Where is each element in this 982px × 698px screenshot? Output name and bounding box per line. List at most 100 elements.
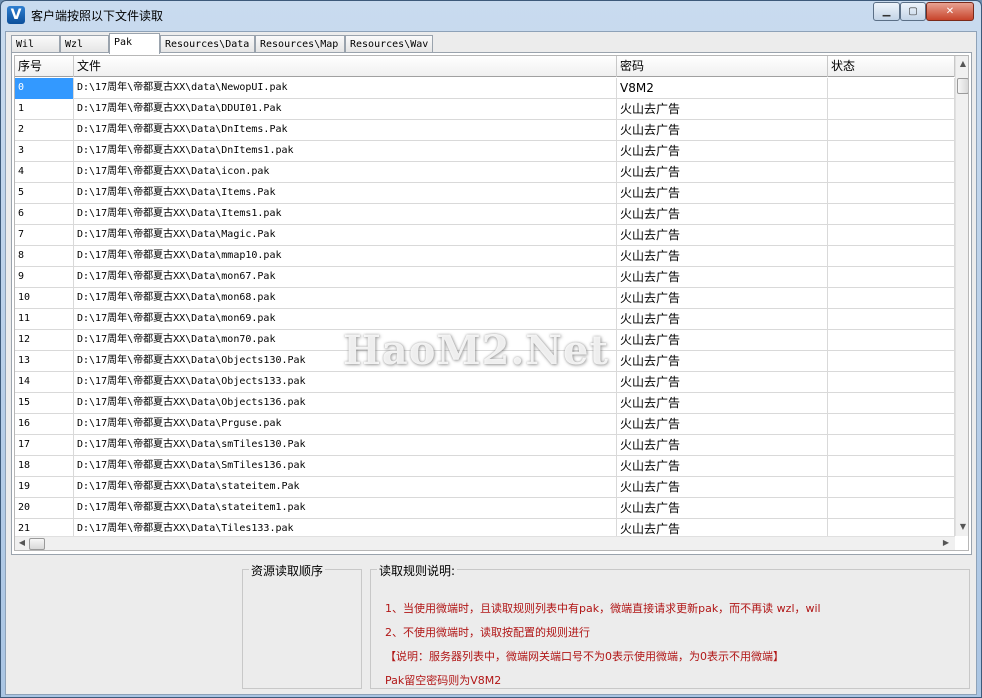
table-row[interactable]: 7 D:\17周年\帝都夏古XX\Data\Magic.Pak 火山去广告 bbox=[15, 225, 955, 246]
cell-file[interactable]: D:\17周年\帝都夏古XX\Data\SmTiles136.pak bbox=[74, 456, 617, 477]
tab-pak[interactable]: Pak bbox=[109, 33, 160, 54]
cell-file[interactable]: D:\17周年\帝都夏古XX\Data\mon68.pak bbox=[74, 288, 617, 309]
table-row[interactable]: 10 D:\17周年\帝都夏古XX\Data\mon68.pak 火山去广告 bbox=[15, 288, 955, 309]
tab-resources-wav[interactable]: Resources\Wav bbox=[345, 35, 433, 53]
cell-status[interactable] bbox=[828, 141, 955, 162]
table-row[interactable]: 5 D:\17周年\帝都夏古XX\Data\Items.Pak 火山去广告 bbox=[15, 183, 955, 204]
cell-status[interactable] bbox=[828, 204, 955, 225]
cell-password[interactable]: 火山去广告 bbox=[617, 414, 828, 435]
column-header-status[interactable]: 状态 bbox=[828, 56, 955, 77]
cell-password[interactable]: V8M2 bbox=[617, 78, 828, 99]
cell-index[interactable]: 7 bbox=[15, 225, 74, 246]
cell-status[interactable] bbox=[828, 246, 955, 267]
cell-password[interactable]: 火山去广告 bbox=[617, 309, 828, 330]
cell-index[interactable]: 9 bbox=[15, 267, 74, 288]
cell-index[interactable]: 3 bbox=[15, 141, 74, 162]
cell-index[interactable]: 19 bbox=[15, 477, 74, 498]
cell-index[interactable]: 13 bbox=[15, 351, 74, 372]
cell-password[interactable]: 火山去广告 bbox=[617, 330, 828, 351]
cell-password[interactable]: 火山去广告 bbox=[617, 204, 828, 225]
cell-file[interactable]: D:\17周年\帝都夏古XX\Data\mon70.pak bbox=[74, 330, 617, 351]
scroll-right-icon[interactable]: ▶ bbox=[939, 538, 953, 547]
cell-file[interactable]: D:\17周年\帝都夏古XX\Data\mon67.Pak bbox=[74, 267, 617, 288]
cell-index[interactable]: 8 bbox=[15, 246, 74, 267]
table-row[interactable]: 14 D:\17周年\帝都夏古XX\Data\Objects133.pak 火山去广… bbox=[15, 372, 955, 393]
cell-status[interactable] bbox=[828, 351, 955, 372]
horizontal-scroll-thumb[interactable] bbox=[29, 538, 45, 550]
cell-file[interactable]: D:\17周年\帝都夏古XX\Data\Items1.pak bbox=[74, 204, 617, 225]
maximize-button[interactable]: ▢ bbox=[900, 2, 926, 21]
cell-status[interactable] bbox=[828, 183, 955, 204]
vertical-scroll-thumb[interactable] bbox=[957, 78, 968, 94]
cell-index[interactable]: 15 bbox=[15, 393, 74, 414]
cell-index[interactable]: 20 bbox=[15, 498, 74, 519]
cell-file[interactable]: D:\17周年\帝都夏古XX\Data\DnItems1.pak bbox=[74, 141, 617, 162]
cell-index[interactable]: 14 bbox=[15, 372, 74, 393]
vertical-scrollbar[interactable]: ▲ ▼ bbox=[955, 56, 968, 536]
cell-status[interactable] bbox=[828, 414, 955, 435]
cell-status[interactable] bbox=[828, 330, 955, 351]
cell-index[interactable]: 6 bbox=[15, 204, 74, 225]
table-row[interactable]: 11 D:\17周年\帝都夏古XX\Data\mon69.pak 火山去广告 bbox=[15, 309, 955, 330]
table-row[interactable]: 12 D:\17周年\帝都夏古XX\Data\mon70.pak 火山去广告 bbox=[15, 330, 955, 351]
table-row[interactable]: 4 D:\17周年\帝都夏古XX\Data\icon.pak 火山去广告 bbox=[15, 162, 955, 183]
cell-file[interactable]: D:\17周年\帝都夏古XX\Data\Tiles133.pak bbox=[74, 519, 617, 536]
table-row[interactable]: 19 D:\17周年\帝都夏古XX\Data\stateitem.Pak 火山去广告 bbox=[15, 477, 955, 498]
cell-file[interactable]: D:\17周年\帝都夏古XX\Data\Objects133.pak bbox=[74, 372, 617, 393]
cell-file[interactable]: D:\17周年\帝都夏古XX\Data\mmap10.pak bbox=[74, 246, 617, 267]
table-row[interactable]: 16 D:\17周年\帝都夏古XX\Data\Prguse.pak 火山去广告 bbox=[15, 414, 955, 435]
table-row[interactable]: 18 D:\17周年\帝都夏古XX\Data\SmTiles136.pak 火山去广… bbox=[15, 456, 955, 477]
cell-password[interactable]: 火山去广告 bbox=[617, 99, 828, 120]
cell-status[interactable] bbox=[828, 456, 955, 477]
cell-status[interactable] bbox=[828, 162, 955, 183]
cell-index[interactable]: 16 bbox=[15, 414, 74, 435]
horizontal-scrollbar[interactable]: ◀ ▶ bbox=[15, 536, 955, 550]
cell-file[interactable]: D:\17周年\帝都夏古XX\Data\DDUI01.Pak bbox=[74, 99, 617, 120]
cell-status[interactable] bbox=[828, 99, 955, 120]
tab-resources-data[interactable]: Resources\Data bbox=[160, 35, 255, 53]
table-row[interactable]: 8 D:\17周年\帝都夏古XX\Data\mmap10.pak 火山去广告 bbox=[15, 246, 955, 267]
cell-index[interactable]: 12 bbox=[15, 330, 74, 351]
cell-file[interactable]: D:\17周年\帝都夏古XX\Data\smTiles130.Pak bbox=[74, 435, 617, 456]
cell-status[interactable] bbox=[828, 498, 955, 519]
close-button[interactable]: ✕ bbox=[926, 2, 974, 21]
cell-password[interactable]: 火山去广告 bbox=[617, 267, 828, 288]
tab-resources-map[interactable]: Resources\Map bbox=[255, 35, 345, 53]
cell-index[interactable]: 11 bbox=[15, 309, 74, 330]
cell-status[interactable] bbox=[828, 519, 955, 536]
cell-password[interactable]: 火山去广告 bbox=[617, 351, 828, 372]
column-header-index[interactable]: 序号 bbox=[15, 56, 74, 77]
table-row[interactable]: 21 D:\17周年\帝都夏古XX\Data\Tiles133.pak 火山去广告 bbox=[15, 519, 955, 536]
cell-status[interactable] bbox=[828, 435, 955, 456]
tab-wil[interactable]: Wil bbox=[11, 35, 60, 53]
cell-password[interactable]: 火山去广告 bbox=[617, 225, 828, 246]
title-bar[interactable]: V 客户端按照以下文件读取 ▁ ▢ ✕ bbox=[1, 1, 981, 29]
file-grid[interactable]: 序号 文件 密码 状态 0 D:\17周年\帝都夏古XX\data\NewopUI… bbox=[14, 55, 969, 551]
cell-file[interactable]: D:\17周年\帝都夏古XX\Data\stateitem.Pak bbox=[74, 477, 617, 498]
cell-status[interactable] bbox=[828, 267, 955, 288]
table-row[interactable]: 13 D:\17周年\帝都夏古XX\Data\Objects130.Pak 火山去广… bbox=[15, 351, 955, 372]
cell-password[interactable]: 火山去广告 bbox=[617, 435, 828, 456]
cell-status[interactable] bbox=[828, 477, 955, 498]
cell-password[interactable]: 火山去广告 bbox=[617, 120, 828, 141]
scroll-up-icon[interactable]: ▲ bbox=[956, 59, 968, 68]
cell-password[interactable]: 火山去广告 bbox=[617, 141, 828, 162]
table-row[interactable]: 0 D:\17周年\帝都夏古XX\data\NewopUI.pak V8M2 bbox=[15, 78, 955, 99]
tab-wzl[interactable]: Wzl bbox=[60, 35, 109, 53]
cell-file[interactable]: D:\17周年\帝都夏古XX\Data\DnItems.Pak bbox=[74, 120, 617, 141]
cell-file[interactable]: D:\17周年\帝都夏古XX\data\NewopUI.pak bbox=[74, 78, 617, 99]
cell-status[interactable] bbox=[828, 372, 955, 393]
cell-index[interactable]: 4 bbox=[15, 162, 74, 183]
table-row[interactable]: 17 D:\17周年\帝都夏古XX\Data\smTiles130.Pak 火山去广… bbox=[15, 435, 955, 456]
table-row[interactable]: 9 D:\17周年\帝都夏古XX\Data\mon67.Pak 火山去广告 bbox=[15, 267, 955, 288]
cell-index[interactable]: 5 bbox=[15, 183, 74, 204]
cell-file[interactable]: D:\17周年\帝都夏古XX\Data\stateitem1.pak bbox=[74, 498, 617, 519]
cell-file[interactable]: D:\17周年\帝都夏古XX\Data\mon69.pak bbox=[74, 309, 617, 330]
cell-index[interactable]: 18 bbox=[15, 456, 74, 477]
cell-status[interactable] bbox=[828, 288, 955, 309]
cell-password[interactable]: 火山去广告 bbox=[617, 393, 828, 414]
cell-file[interactable]: D:\17周年\帝都夏古XX\Data\Magic.Pak bbox=[74, 225, 617, 246]
table-row[interactable]: 1 D:\17周年\帝都夏古XX\Data\DDUI01.Pak 火山去广告 bbox=[15, 99, 955, 120]
column-header-file[interactable]: 文件 bbox=[74, 56, 617, 77]
scroll-left-icon[interactable]: ◀ bbox=[15, 538, 29, 547]
